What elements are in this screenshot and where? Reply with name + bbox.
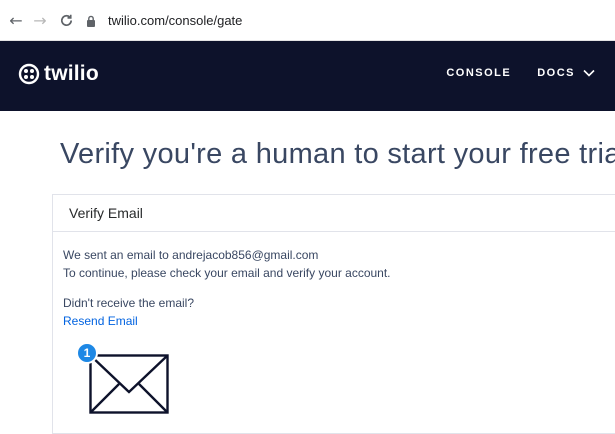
chevron-down-icon: [583, 69, 595, 77]
page-title: Verify you're a human to start your free…: [60, 138, 615, 170]
nav-docs[interactable]: DOCS: [537, 67, 595, 79]
resend-email-link[interactable]: Resend Email: [63, 312, 138, 330]
twilio-logo[interactable]: twilio: [18, 63, 99, 85]
envelope-illustration: 1: [76, 342, 172, 423]
app-header: twilio CONSOLE DOCS: [0, 41, 615, 111]
top-nav: CONSOLE DOCS: [446, 67, 595, 79]
not-received-text: Didn't receive the email?: [63, 296, 195, 310]
nav-console-label: CONSOLE: [446, 67, 512, 79]
forward-arrow-icon[interactable]: →: [30, 10, 50, 30]
twilio-logo-icon: [18, 63, 40, 85]
envelope-icon: [89, 354, 169, 414]
card-title: Verify Email: [69, 205, 143, 221]
instructions-text: To continue, please check your email and…: [63, 266, 391, 280]
card-header: Verify Email: [53, 195, 615, 232]
step-badge: 1: [76, 342, 98, 364]
card-body: We sent an email to andrejacob856@gmail.…: [53, 232, 615, 330]
reload-icon[interactable]: [56, 10, 76, 30]
address-bar[interactable]: twilio.com/console/gate: [84, 9, 615, 32]
logo-text: twilio: [44, 62, 99, 85]
url-text: twilio.com/console/gate: [108, 13, 243, 28]
browser-toolbar: ← → twilio.com/console/gate: [0, 0, 615, 41]
nav-console[interactable]: CONSOLE: [446, 67, 511, 79]
back-arrow-icon[interactable]: ←: [6, 10, 26, 30]
lock-icon: [86, 14, 100, 28]
email-sent-text: We sent an email to andrejacob856@gmail.…: [63, 248, 319, 262]
nav-docs-label: DOCS: [537, 67, 575, 79]
